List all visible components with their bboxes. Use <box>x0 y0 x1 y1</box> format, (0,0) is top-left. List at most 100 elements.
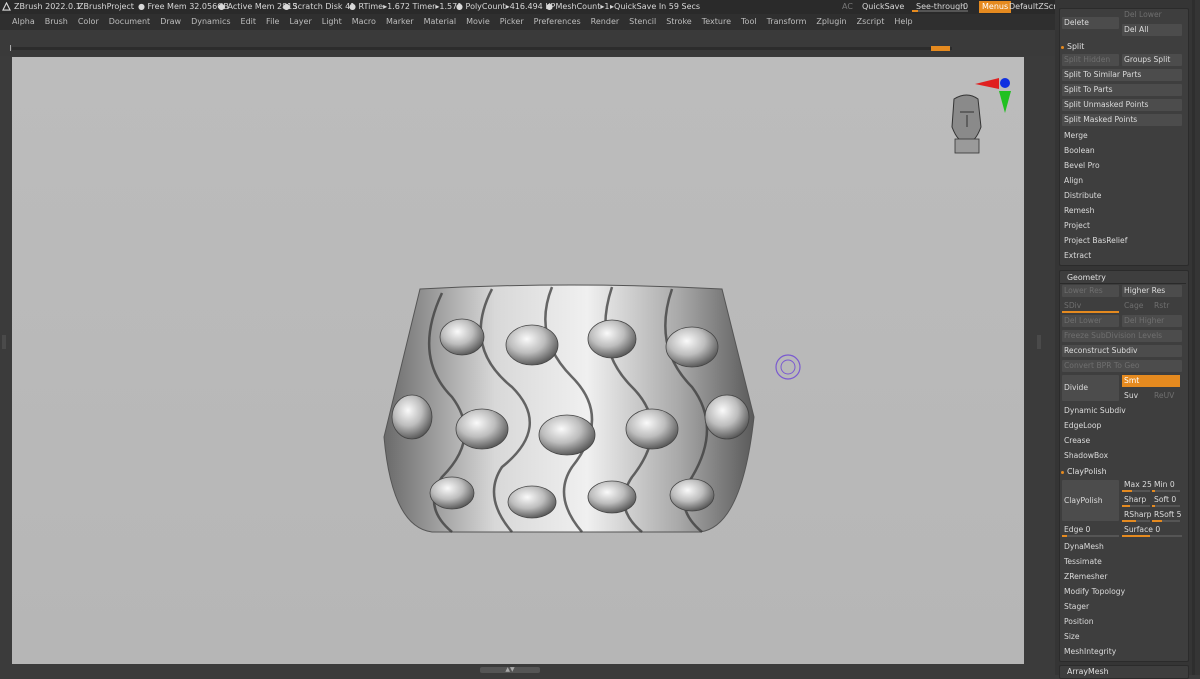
top-shelf <box>0 30 1055 56</box>
title-bar: ZBrush 2022.0.1 ZBrushProject . ● Free M… <box>0 0 1200 14</box>
dynamesh-button[interactable]: DynaMesh <box>1062 541 1182 553</box>
menus-button[interactable]: Menus <box>979 1 1012 13</box>
divide-button[interactable]: Divide <box>1062 375 1119 401</box>
menu-item[interactable]: Stroke <box>666 14 692 30</box>
zremesher-button[interactable]: ZRemesher <box>1062 571 1182 583</box>
shadowbox-button[interactable]: ShadowBox <box>1062 450 1182 462</box>
menu-item[interactable]: Material <box>424 14 457 30</box>
menu-item[interactable]: Color <box>78 14 99 30</box>
bevel-pro-button[interactable]: Bevel Pro <box>1062 160 1182 172</box>
project-basrelief-button[interactable]: Project BasRelief <box>1062 235 1182 247</box>
menu-item[interactable]: Zscript <box>857 14 885 30</box>
tessimate-button[interactable]: Tessimate <box>1062 556 1182 568</box>
del-higher-button[interactable]: Del Higher <box>1122 315 1182 327</box>
edgeloop-button[interactable]: EdgeLoop <box>1062 420 1182 432</box>
modify-topology-button[interactable]: Modify Topology <box>1062 586 1182 598</box>
panel-scrollbar[interactable] <box>1192 0 1195 675</box>
rsoft-slider-track[interactable] <box>1152 520 1180 522</box>
menu-item[interactable]: Picker <box>500 14 524 30</box>
min-slider-track[interactable] <box>1152 490 1180 492</box>
split-hidden-button[interactable]: Split Hidden <box>1062 54 1119 66</box>
merge-button[interactable]: Merge <box>1062 130 1182 142</box>
soft-slider-track[interactable] <box>1152 505 1180 507</box>
menu-item[interactable]: Alpha <box>12 14 35 30</box>
suv-toggle[interactable]: Suv <box>1122 390 1150 402</box>
reuv-button[interactable]: ReUV <box>1152 390 1182 402</box>
menu-item[interactable]: Document <box>109 14 150 30</box>
sculpted-mesh[interactable] <box>383 284 755 533</box>
higher-res-button[interactable]: Higher Res <box>1122 285 1182 297</box>
reconstruct-subdiv-button[interactable]: Reconstruct Subdiv <box>1062 345 1182 357</box>
menu-item[interactable]: Transform <box>767 14 807 30</box>
menu-item[interactable]: Draw <box>160 14 181 30</box>
menu-item[interactable]: Edit <box>241 14 257 30</box>
max-slider-track[interactable] <box>1122 490 1150 492</box>
groups-split-button[interactable]: Groups Split <box>1122 54 1182 66</box>
geometry-header[interactable]: Geometry <box>1067 273 1106 282</box>
cage-button[interactable]: Cage <box>1122 300 1150 312</box>
menu-item[interactable]: Movie <box>466 14 490 30</box>
claypolish-button[interactable]: ClayPolish <box>1062 480 1119 521</box>
remesh-button[interactable]: Remesh <box>1062 205 1182 217</box>
sharp-slider-track[interactable] <box>1122 505 1150 507</box>
timeline-marker[interactable] <box>931 46 950 51</box>
distribute-button[interactable]: Distribute <box>1062 190 1182 202</box>
bottom-tray-toggle[interactable]: ▲▼ <box>480 667 540 673</box>
menu-item[interactable]: Light <box>322 14 342 30</box>
right-tray-toggle[interactable] <box>1037 335 1041 349</box>
menu-item[interactable]: Marker <box>386 14 414 30</box>
menu-item[interactable]: Macro <box>352 14 376 30</box>
menu-item[interactable]: Zplugin <box>816 14 846 30</box>
menu-item[interactable]: File <box>266 14 279 30</box>
quicksave-button[interactable]: QuickSave <box>862 0 904 14</box>
del-lower-button[interactable]: Del Lower <box>1122 11 1182 19</box>
split-masked-button[interactable]: Split Masked Points <box>1062 114 1182 126</box>
quicksave-timer: ▸QuickSave In 59 Secs <box>610 2 701 11</box>
boolean-button[interactable]: Boolean <box>1062 145 1182 157</box>
project-button[interactable]: Project <box>1062 220 1182 232</box>
split-header[interactable]: Split <box>1061 42 1084 51</box>
zbrush-logo-icon[interactable] <box>2 2 11 11</box>
extract-button[interactable]: Extract <box>1062 250 1182 262</box>
size-button[interactable]: Size <box>1062 631 1182 643</box>
delete-button[interactable]: Delete <box>1062 17 1119 29</box>
ac-indicator[interactable]: AC <box>842 0 853 14</box>
menu-item[interactable]: Texture <box>702 14 731 30</box>
menu-item[interactable]: Layer <box>289 14 311 30</box>
split-similar-parts-button[interactable]: Split To Similar Parts <box>1062 69 1182 81</box>
rsharp-slider-track[interactable] <box>1122 520 1150 522</box>
split-unmasked-button[interactable]: Split Unmasked Points <box>1062 99 1182 111</box>
del-lower-geo-button[interactable]: Del Lower <box>1062 315 1119 327</box>
stager-button[interactable]: Stager <box>1062 601 1182 613</box>
edge-slider-track[interactable] <box>1062 535 1119 537</box>
menu-item[interactable]: Tool <box>741 14 757 30</box>
surface-slider-track[interactable] <box>1122 535 1182 537</box>
meshintegrity-button[interactable]: MeshIntegrity <box>1062 646 1182 658</box>
viewport-canvas[interactable] <box>12 57 1024 664</box>
lower-res-button[interactable]: Lower Res <box>1062 285 1119 297</box>
split-to-parts-button[interactable]: Split To Parts <box>1062 84 1182 96</box>
menu-item[interactable]: Dynamics <box>191 14 230 30</box>
del-all-button[interactable]: Del All <box>1122 24 1182 36</box>
sdiv-slider-track[interactable] <box>1062 311 1119 313</box>
freeze-subdiv-button[interactable]: Freeze SubDivision Levels <box>1062 330 1182 342</box>
smt-toggle[interactable]: Smt <box>1122 375 1180 387</box>
orientation-head-gizmo[interactable] <box>951 78 1011 154</box>
position-button[interactable]: Position <box>1062 616 1182 628</box>
menu-item[interactable]: Brush <box>45 14 68 30</box>
menu-item[interactable]: Help <box>894 14 912 30</box>
crease-button[interactable]: Crease <box>1062 435 1182 447</box>
claypolish-header[interactable]: ClayPolish <box>1061 467 1107 476</box>
align-button[interactable]: Align <box>1062 175 1182 187</box>
rstr-button[interactable]: Rstr <box>1152 300 1182 312</box>
convert-bpr-button[interactable]: Convert BPR To Geo <box>1062 360 1182 372</box>
menu-item[interactable]: Stencil <box>629 14 656 30</box>
timeline-track[interactable] <box>12 47 952 50</box>
menu-item[interactable]: Preferences <box>534 14 581 30</box>
left-tray-toggle[interactable] <box>2 335 6 349</box>
brush-cursor-icon <box>775 354 801 380</box>
meshcount: ● MeshCount▸1 <box>546 2 610 11</box>
menu-item[interactable]: Render <box>591 14 619 30</box>
dynamic-subdiv-button[interactable]: Dynamic Subdiv <box>1062 405 1182 417</box>
see-through-slider[interactable] <box>912 10 968 12</box>
